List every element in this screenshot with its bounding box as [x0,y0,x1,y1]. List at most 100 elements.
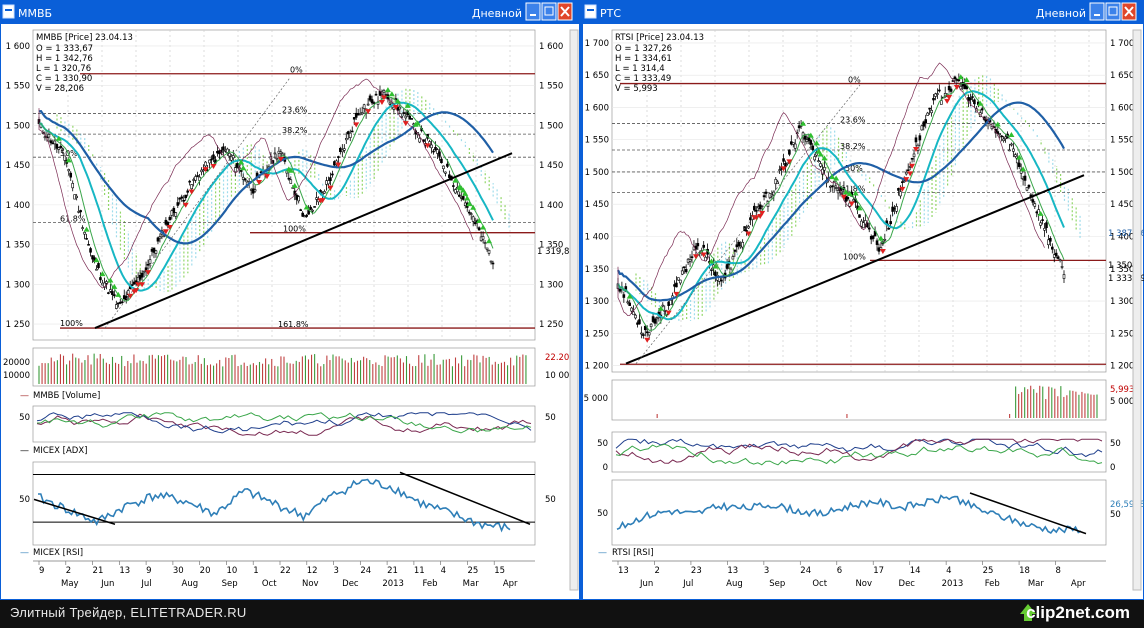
right-volume-tick: 5 000 [584,394,608,404]
right-candle-body [737,241,741,246]
left-candle-body [71,183,75,189]
right-candle-body [889,221,892,225]
left-candle-body [89,248,92,253]
left-x-day-label: 22 [280,566,291,576]
left-candle-body [111,291,114,295]
right-candle-body [819,163,822,167]
left-fib-label: 38.2% [282,126,308,135]
left-candle-body [53,140,57,145]
left-candle-body [315,197,318,200]
right-maximize-button[interactable] [1105,2,1121,21]
left-fib-label: 0% [290,66,303,75]
left-candle-body [67,169,71,172]
left-candle-body [233,167,237,173]
left-x-month-label: Apr [503,579,518,589]
left-y-tick-right: 1 550 [539,82,563,92]
left-x-day-label: 21 [93,566,104,576]
left-candle-body [485,247,489,250]
right-x-month-label: Dec [899,579,916,589]
left-candle-body [208,159,211,164]
left-y-tick-left: 1 600 [6,42,30,52]
left-volume-tick: 10000 [3,371,30,381]
left-y-tick-right: 1 600 [539,42,563,52]
right-candle-body [632,311,635,316]
right-candle-body [1027,184,1031,188]
left-x-day-label: 9 [39,566,44,576]
right-candle-body [778,169,781,171]
right-candle-body [924,119,928,124]
left-candle-body [154,250,158,254]
left-volume-legend: ММВБ [Volume] [33,391,100,401]
left-volume-tick: 20000 [3,358,30,368]
left-candle-body [477,227,481,231]
left-rsi-legend-swatch: — [20,548,29,558]
right-rsi-legend: RTSI [RSI] [612,548,654,558]
left-candle-body [442,165,445,170]
right-adx-panel [611,431,1107,473]
right-candle-body [1025,187,1029,191]
right-x-month-label: Oct [812,579,827,589]
right-candle-body [675,282,678,288]
left-ohlc-value: C = 1 330,90 [36,74,92,84]
left-candle-body [489,260,493,263]
left-candle-body [452,185,455,187]
right-candle-body [928,107,931,110]
right-candle-body [680,270,684,275]
right-candle-body [940,100,943,105]
left-candle-body [158,236,162,239]
left-chart-app-icon-bar [5,9,12,11]
left-x-day-label: 24 [360,566,371,576]
right-candle-body [1008,149,1011,152]
left-rsi-tick-right: 50 [545,495,556,505]
right-minimize-button[interactable] [1089,2,1105,21]
left-fib-label: 61.8% [60,214,86,223]
right-y-tick-left: 1 350 [585,265,609,275]
left-vertical-scrollbar[interactable] [569,29,579,591]
right-candle-body [1058,259,1062,261]
left-x-month-label: Sep [222,579,238,589]
right-vertical-scrollbar[interactable] [1132,29,1142,591]
right-candle-body [1014,154,1017,157]
right-y-tick-right: 1 300 [1110,297,1134,307]
right-candle-body [875,240,879,245]
left-minimize-button[interactable] [525,2,541,21]
right-candle-body [932,97,935,101]
right-candle-body [918,135,922,141]
left-adx-legend-swatch: — [20,446,29,456]
left-candle-body [190,184,193,190]
right-y-tick-left: 1 200 [585,362,609,372]
left-candle-body [168,216,172,221]
left-candle-body [105,281,108,284]
left-candle-body [47,134,51,138]
left-price-panel: 1 600 1 600 1 550 1 550 1 500 1 500 1 450 1 450… [6,29,575,341]
left-candle-body [344,138,348,141]
right-candle-body [969,97,972,101]
left-adx-legend: MICEX [ADX] [33,446,88,456]
right-volume-value: 5,993 [1110,385,1134,395]
right-timeframe-label: Дневной [1036,7,1086,20]
left-candle-body [400,116,404,118]
right-candle-body [846,197,850,200]
left-adx-tick-right: 50 [545,413,556,423]
right-x-day-label: 17 [873,566,884,576]
right-ohlc-value: L = 1 314,4 [615,64,665,74]
right-candle-body [753,205,756,211]
left-maximize-button[interactable] [541,2,557,21]
right-adx-tick-right: 0 [1110,463,1115,473]
right-x-day-label: 4 [946,566,951,576]
right-window-title: РТС [600,7,621,20]
left-x-month-label: Aug [182,579,199,589]
left-rsi-tick: 50 [19,495,30,505]
right-candle-body [936,93,939,95]
right-y-tick-right: 1 500 [1110,168,1134,178]
left-x-month-label: Jul [140,579,151,589]
right-candle-body [899,191,902,197]
left-candle-body [438,151,441,157]
left-candle-body [239,169,243,172]
left-ohlc-value: V = 28,206 [36,84,84,94]
right-x-month-label: Mar [1028,579,1045,589]
right-candle-body [786,162,789,165]
right-candle-body [669,300,672,306]
left-candle-body [113,294,116,297]
right-rsi-panel [611,479,1107,546]
